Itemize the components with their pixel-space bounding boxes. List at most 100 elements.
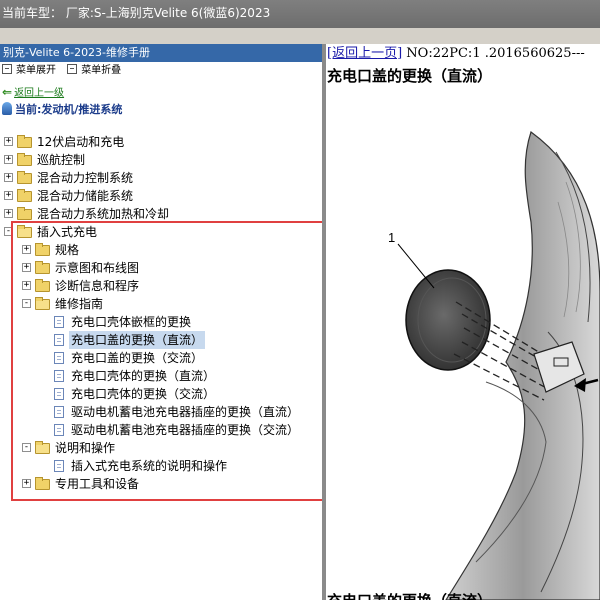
collapse-toggle-icon[interactable]: -: [4, 227, 13, 236]
expand-toggle-icon[interactable]: +: [4, 191, 13, 200]
expand-toggle-icon[interactable]: +: [22, 263, 31, 272]
expand-toggle-icon[interactable]: +: [22, 245, 31, 254]
tree-node[interactable]: + 巡航控制: [0, 151, 322, 169]
folder-icon: [17, 207, 32, 220]
tree-node-label[interactable]: 插入式充电: [37, 223, 97, 241]
tree-node-label[interactable]: 12伏启动和充电: [37, 133, 124, 151]
back-up-level-link[interactable]: 返回上一级: [14, 88, 64, 99]
tree-node-label[interactable]: 示意图和布线图: [55, 259, 139, 277]
tree-node-label[interactable]: 驱动电机蓄电池充电器插座的更换（直流）: [71, 403, 299, 421]
tree-node[interactable]: + 规格: [0, 241, 322, 259]
toolbar-gap: [0, 28, 600, 44]
tree-node[interactable]: + 专用工具和设备: [0, 475, 322, 493]
tree-node[interactable]: 充电口壳体的更换（直流）: [0, 367, 322, 385]
open-folder-icon: [35, 297, 50, 310]
folder-icon: [35, 261, 50, 274]
procedure-title: 充电口盖的更换（直流）: [327, 67, 493, 85]
expand-toggle-icon[interactable]: +: [22, 281, 31, 290]
charge-port-cover-illustration: 1: [326, 92, 600, 600]
back-page-link[interactable]: [返回上一页]: [327, 46, 402, 61]
tree-node-label[interactable]: 维修指南: [55, 295, 103, 313]
tree-toolbar: 菜单展开 菜单折叠: [0, 62, 322, 80]
open-folder-icon: [35, 441, 50, 454]
current-vehicle-text: 当前车型： 厂家:S-上海别克Velite 6(微蓝6)2023: [2, 6, 271, 20]
folder-icon: [17, 135, 32, 148]
folder-icon: [17, 153, 32, 166]
document-icon: [54, 316, 64, 328]
callout-leader-line: [397, 243, 435, 289]
tree-node-label[interactable]: 诊断信息和程序: [55, 277, 139, 295]
tree-node[interactable]: +12伏启动和充电: [0, 133, 322, 151]
collapse-menu-button[interactable]: 菜单折叠: [67, 62, 121, 80]
tree-node[interactable]: 充电口壳体的更换（交流）: [0, 385, 322, 403]
document-icon: [54, 370, 64, 382]
tree-node-label[interactable]: 巡航控制: [37, 151, 85, 169]
expand-toggle-icon[interactable]: +: [4, 137, 13, 146]
tree-node[interactable]: 驱动电机蓄电池充电器插座的更换（交流）: [0, 421, 322, 439]
tree-node[interactable]: + 示意图和布线图: [0, 259, 322, 277]
manual-header: 别克-Velite 6-2023-维修手册: [0, 44, 322, 62]
folder-icon: [35, 279, 50, 292]
folder-icon: [35, 243, 50, 256]
document-icon: [54, 460, 64, 472]
expand-toggle-icon[interactable]: +: [4, 209, 13, 218]
tree-node[interactable]: 驱动电机蓄电池充电器插座的更换（直流）: [0, 403, 322, 421]
tree-node-label[interactable]: 驱动电机蓄电池充电器插座的更换（交流）: [71, 421, 299, 439]
tree-node-label[interactable]: 充电口壳体的更换（交流）: [71, 385, 215, 403]
tree-node-label[interactable]: 说明和操作: [55, 439, 115, 457]
folder-icon: [35, 477, 50, 490]
collapse-toggle-icon[interactable]: -: [22, 299, 31, 308]
back-up-level-row: ⇐ 返回上一级: [0, 83, 322, 101]
tree-node[interactable]: - 插入式充电: [0, 223, 322, 241]
tree-node-label[interactable]: 混合动力控制系统: [37, 169, 133, 187]
document-number: NO:22PC:1 .2016560625---: [402, 46, 585, 61]
tree-node-label[interactable]: 混合动力系统加热和冷却: [37, 205, 169, 223]
tree-node[interactable]: + 混合动力系统加热和冷却: [0, 205, 322, 223]
window-titlebar: 当前车型： 厂家:S-上海别克Velite 6(微蓝6)2023: [0, 0, 600, 28]
document-icon: [54, 424, 64, 436]
tree-node[interactable]: - 维修指南: [0, 295, 322, 313]
charge-port-cover-part: [405, 269, 491, 371]
location-icon: [2, 102, 12, 115]
open-folder-icon: [17, 225, 32, 238]
back-arrow-icon[interactable]: ⇐: [2, 85, 12, 99]
content-header: [返回上一页] NO:22PC:1 .2016560625---: [326, 44, 600, 64]
document-icon: [54, 388, 64, 400]
expand-toggle-icon[interactable]: +: [4, 173, 13, 182]
current-location-label: 当前:发动机/推进系统: [15, 103, 123, 116]
expand-icon: [2, 64, 12, 74]
tree-node-label[interactable]: 规格: [55, 241, 79, 259]
tree-node[interactable]: 充电口盖的更换（直流）: [0, 331, 322, 349]
tree-node[interactable]: 充电口壳体嵌框的更换: [0, 313, 322, 331]
folder-icon: [17, 171, 32, 184]
tree-node[interactable]: 插入式充电系统的说明和操作: [0, 457, 322, 475]
procedure-title-repeat: 充电口盖的更换（直流）: [327, 590, 492, 600]
expand-toggle-icon[interactable]: +: [4, 155, 13, 164]
tree-node-label[interactable]: 充电口壳体的更换（直流）: [71, 367, 215, 385]
callout-number: 1: [388, 230, 395, 245]
expand-menu-button[interactable]: 菜单展开: [2, 62, 56, 80]
tree-node[interactable]: + 混合动力储能系统: [0, 187, 322, 205]
document-icon: [54, 352, 64, 364]
tree-node-label[interactable]: 专用工具和设备: [55, 475, 139, 493]
tree-node[interactable]: + 诊断信息和程序: [0, 277, 322, 295]
current-location: 当前:发动机/推进系统: [0, 101, 322, 119]
tree-node-label[interactable]: 混合动力储能系统: [37, 187, 133, 205]
collapse-menu-label: 菜单折叠: [81, 65, 122, 76]
expand-toggle-icon[interactable]: +: [22, 479, 31, 488]
tree-node-label[interactable]: 充电口盖的更换（交流）: [71, 349, 203, 367]
tree-node-label[interactable]: 充电口壳体嵌框的更换: [71, 313, 191, 331]
folder-icon: [17, 189, 32, 202]
navigation-tree: +12伏启动和充电 + 巡航控制 + 混合动力控制系统 + 混合动力储能系统 + 混合动力系统加…: [0, 133, 322, 493]
tree-node-label[interactable]: 充电口盖的更换（直流）: [69, 331, 206, 349]
document-icon: [54, 334, 64, 346]
collapse-icon: [67, 64, 78, 74]
document-icon: [54, 406, 64, 418]
collapse-toggle-icon[interactable]: -: [22, 443, 31, 452]
tree-node-label[interactable]: 插入式充电系统的说明和操作: [71, 457, 227, 475]
tree-node[interactable]: + 混合动力控制系统: [0, 169, 322, 187]
tree-node[interactable]: - 说明和操作: [0, 439, 322, 457]
illustration-svg: 1: [388, 131, 600, 600]
tree-node[interactable]: 充电口盖的更换（交流）: [0, 349, 322, 367]
content-panel: [返回上一页] NO:22PC:1 .2016560625--- 充电口盖的更换…: [326, 44, 600, 600]
